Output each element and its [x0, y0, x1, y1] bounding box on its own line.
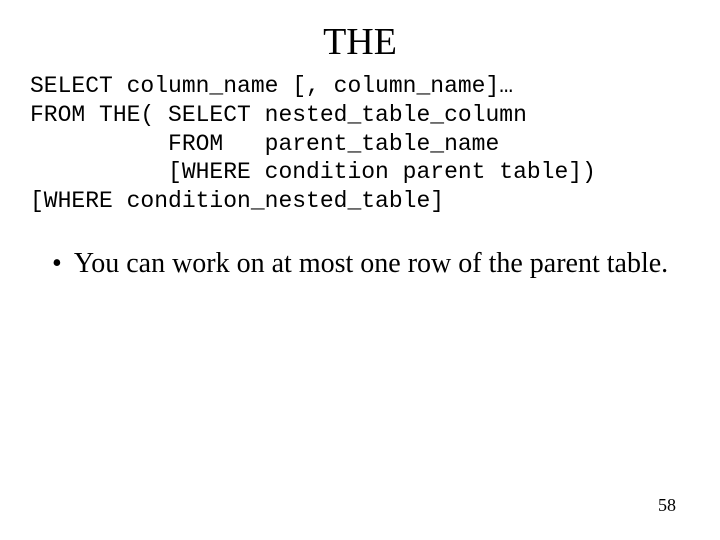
bullet-text: You can work on at most one row of the p…: [74, 246, 690, 281]
code-line-3: FROM parent_table_name: [30, 131, 499, 157]
code-line-2: FROM THE( SELECT nested_table_column: [30, 102, 527, 128]
code-block: SELECT column_name [, column_name]… FROM…: [30, 72, 690, 216]
bullet-item: • You can work on at most one row of the…: [46, 246, 690, 281]
bullet-marker: •: [52, 246, 62, 281]
code-line-1: SELECT column_name [, column_name]…: [30, 73, 513, 99]
slide: THE SELECT column_name [, column_name]… …: [0, 0, 720, 540]
bullet-list: • You can work on at most one row of the…: [46, 246, 690, 281]
slide-title: THE: [30, 20, 690, 64]
code-line-5: [WHERE condition_nested_table]: [30, 188, 444, 214]
code-line-4: [WHERE condition parent table]): [30, 159, 596, 185]
page-number: 58: [658, 495, 676, 516]
